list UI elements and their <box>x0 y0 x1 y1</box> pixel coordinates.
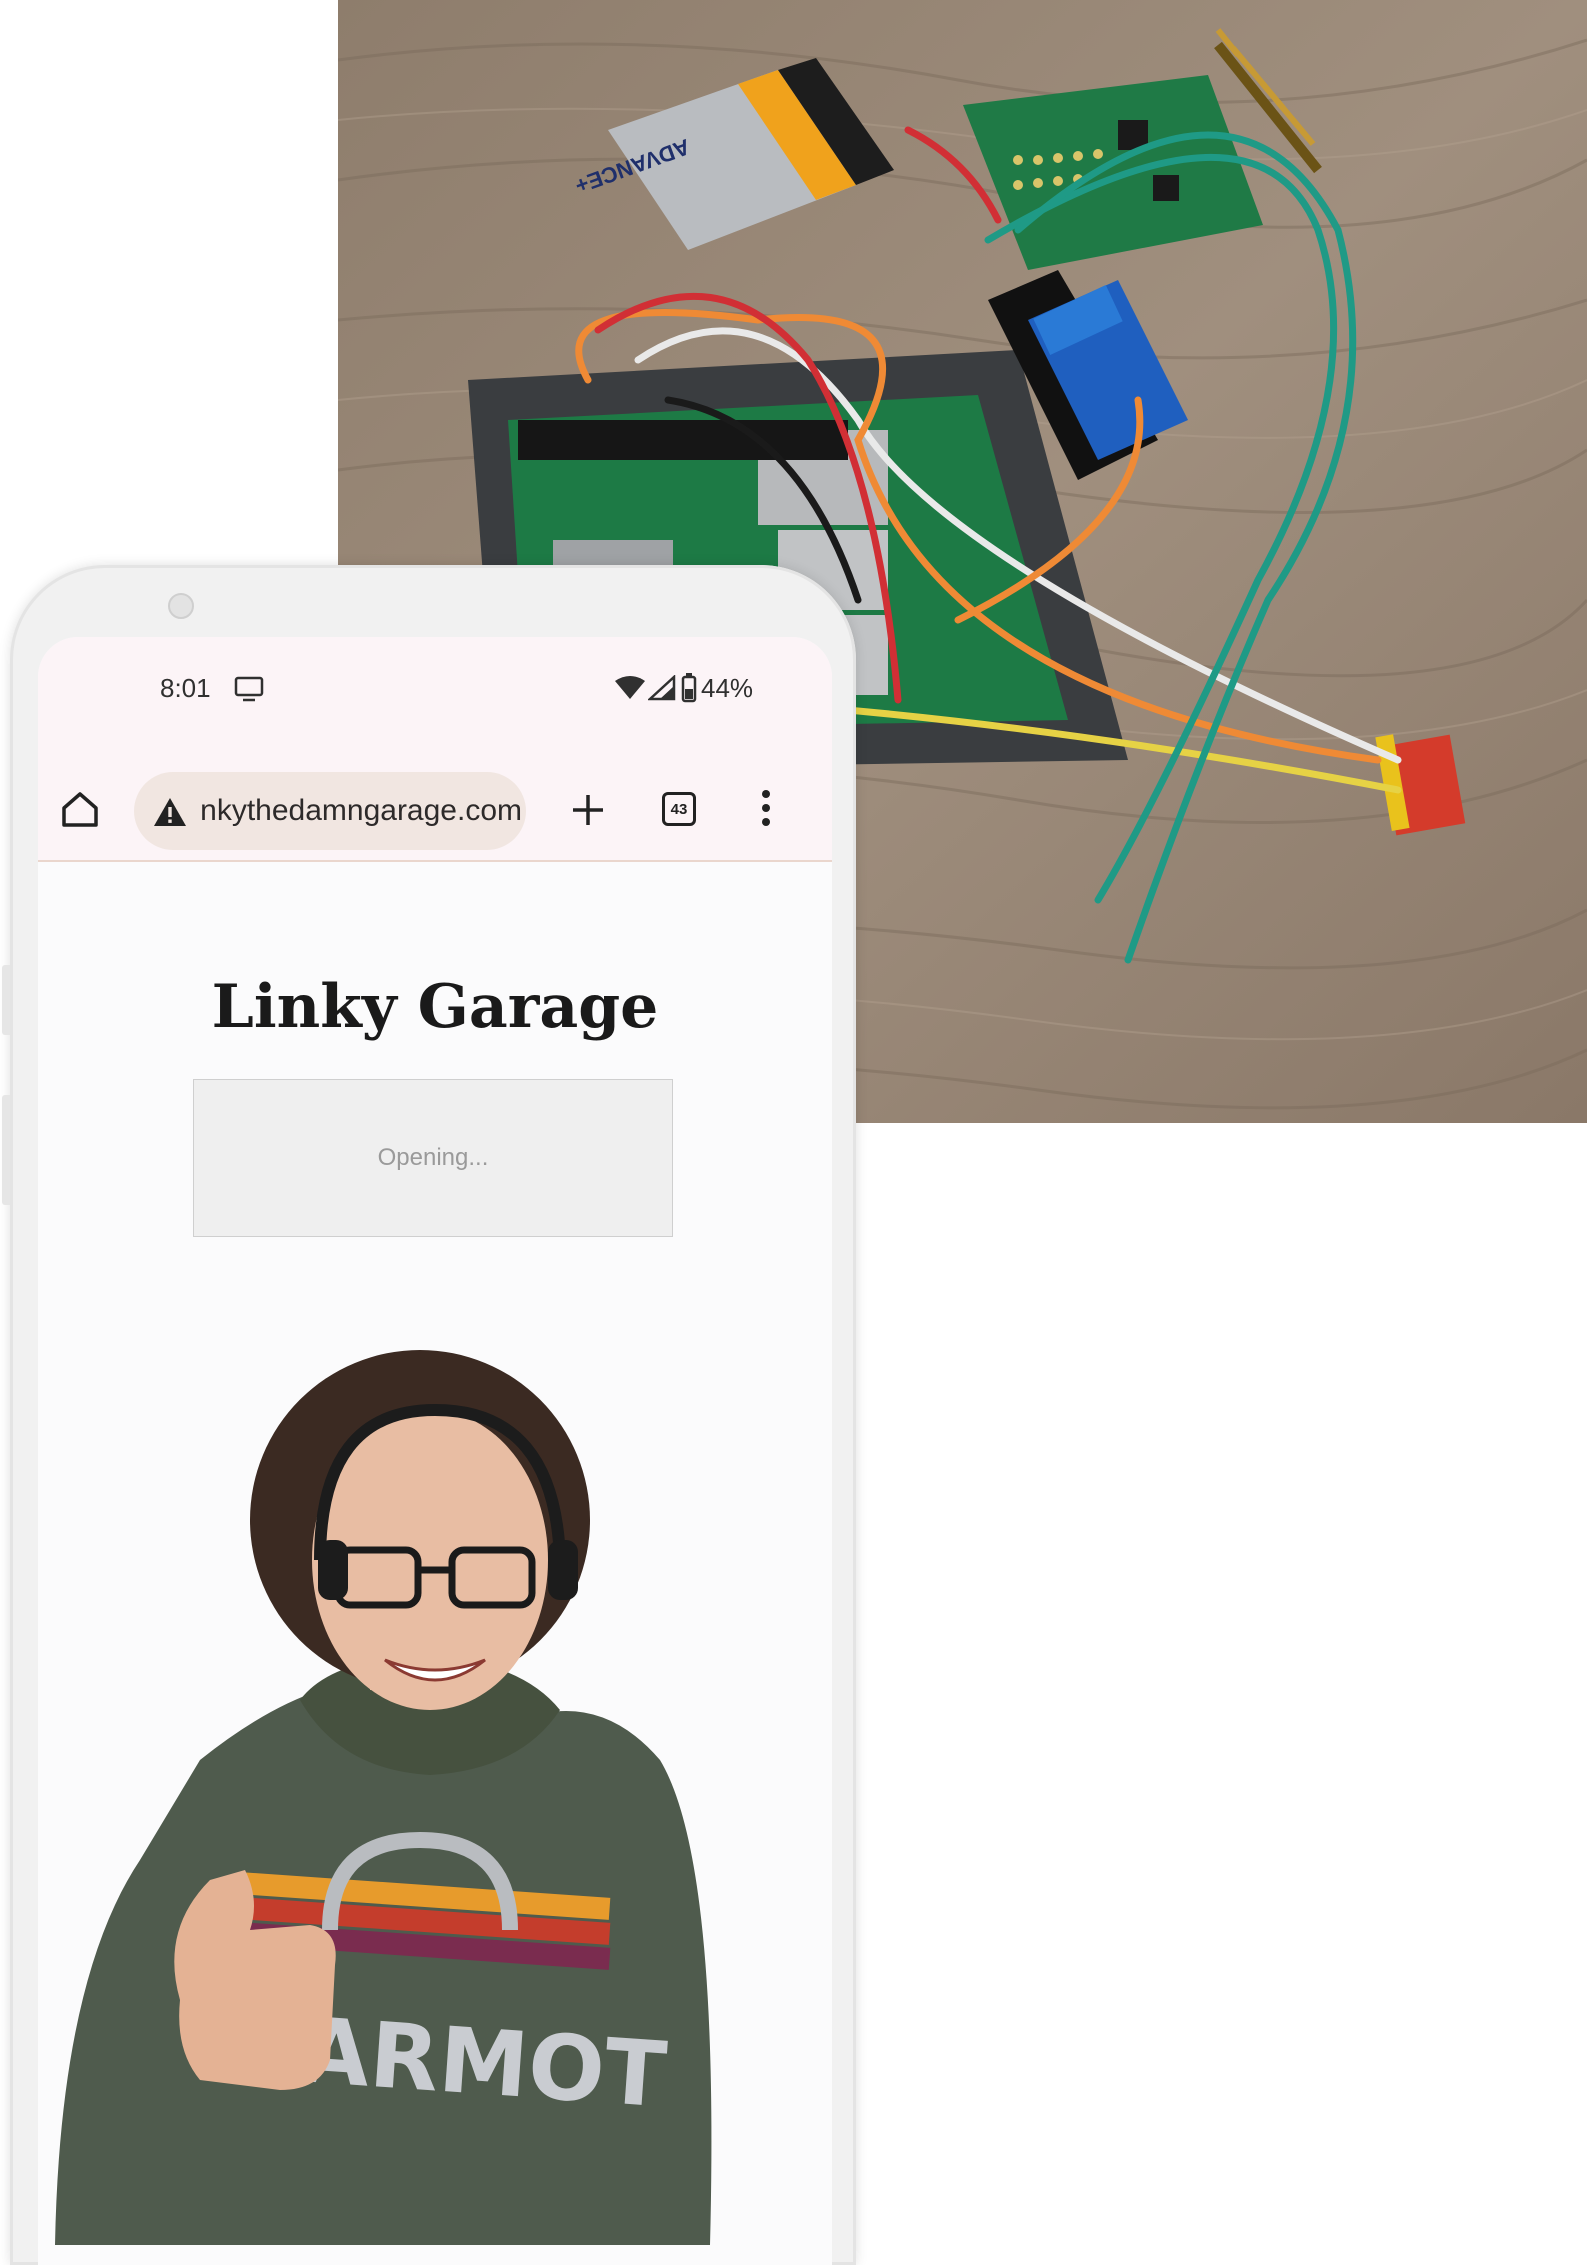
browser-toolbar: linkythedamngarage.com 43 <box>38 742 832 862</box>
status-bar: 8:01 44% <box>38 637 832 742</box>
signal-icon <box>648 675 676 701</box>
battery-percent: 44% <box>701 673 754 703</box>
url-text[interactable]: linkythedamngarage.com <box>202 794 522 828</box>
status-time: 8:01 <box>160 673 211 703</box>
phone-frame: 8:01 44% linkythedamngarage.com 43 Linky… <box>2 565 856 2265</box>
camera-icon <box>168 593 194 619</box>
address-bar[interactable]: linkythedamngarage.com <box>134 772 526 850</box>
more-vert-icon[interactable] <box>760 788 772 828</box>
battery-icon <box>681 673 697 703</box>
new-tab-plus-icon[interactable] <box>570 792 606 828</box>
side-button <box>2 965 10 1035</box>
tab-count: 43 <box>670 800 688 818</box>
tab-switcher-icon[interactable]: 43 <box>662 792 696 826</box>
cast-icon <box>234 676 264 702</box>
wifi-icon <box>615 676 645 699</box>
home-icon[interactable] <box>60 790 100 828</box>
page-title: Linky Garage <box>211 972 659 1042</box>
open-garage-button[interactable]: Opening... <box>193 1079 673 1237</box>
volume-button <box>2 1095 10 1205</box>
warning-icon[interactable] <box>152 796 188 828</box>
phone-screen: 8:01 44% linkythedamngarage.com 43 Linky… <box>38 637 832 2265</box>
